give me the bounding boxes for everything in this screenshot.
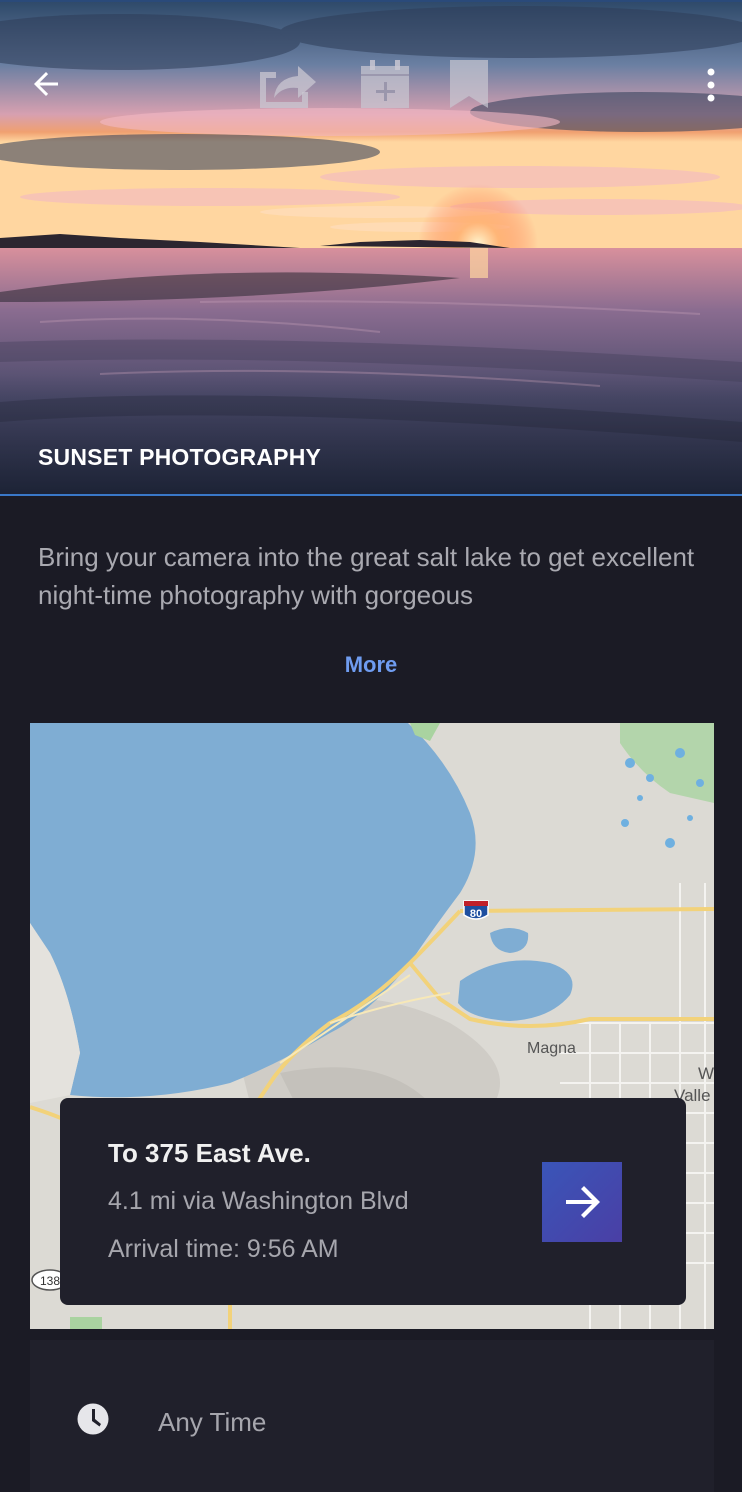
route-marker-label: 138 [40,1274,60,1288]
start-navigation-button[interactable] [542,1162,622,1242]
share-icon[interactable] [256,58,316,110]
schedule-label: Any Time [158,1407,267,1437]
hero-image: SUNSET PHOTOGRAPHY [0,0,742,496]
clock-icon [77,1403,109,1435]
route-arrival-time: Arrival time: 9:56 AM [108,1235,339,1263]
route-distance: 4.1 mi via Washington Blvd [108,1187,409,1215]
page-title: SUNSET PHOTOGRAPHY [38,444,322,470]
bookmark-icon[interactable] [448,58,490,110]
schedule-row[interactable]: Any Time [30,1340,714,1492]
route-destination: To 375 East Ave. [108,1138,311,1168]
interstate-label: 80 [470,908,482,920]
add-to-calendar-icon[interactable] [360,58,410,110]
route-card: To 375 East Ave. 4.1 mi via Washington B… [60,1098,686,1305]
town-label-west-valley-1: W [698,1064,714,1083]
more-link[interactable]: More [0,652,742,678]
arrow-right-icon [566,1186,600,1218]
description-text: Bring your camera into the great salt la… [38,542,695,610]
more-vert-icon[interactable] [700,66,722,106]
town-label-magna: Magna [527,1040,576,1057]
back-arrow-icon[interactable] [28,66,64,102]
